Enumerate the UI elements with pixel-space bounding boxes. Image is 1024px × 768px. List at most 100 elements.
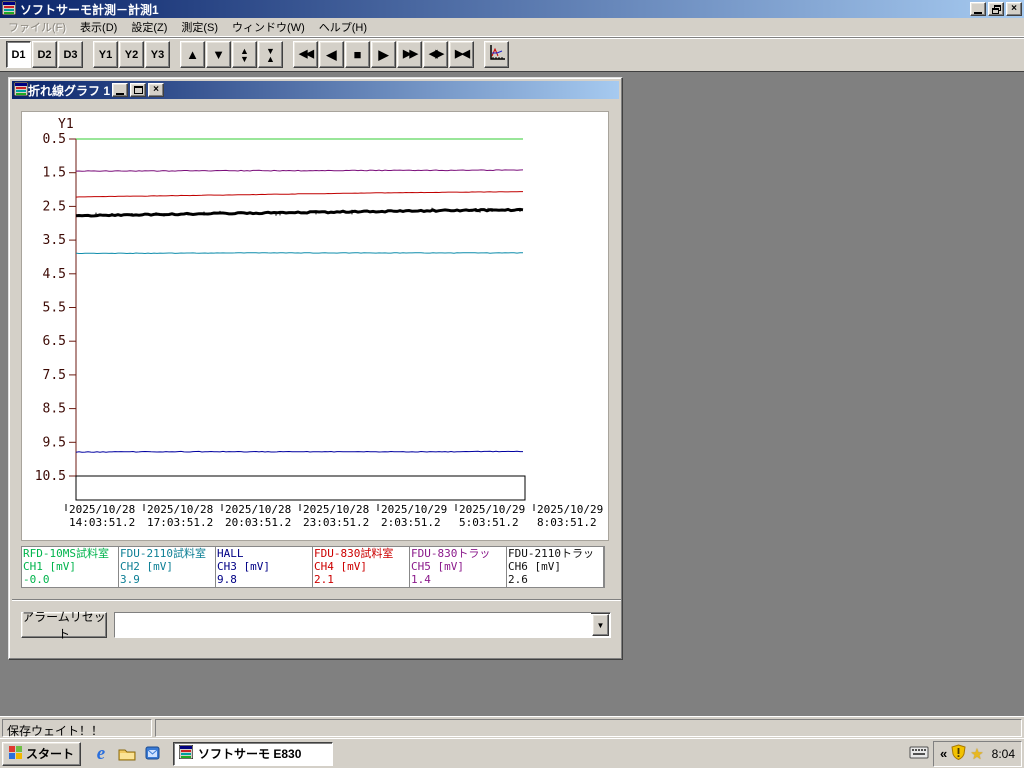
channel-value: 2.1 bbox=[314, 573, 334, 586]
channel-unit: CH4 [mV] bbox=[314, 560, 367, 573]
step-left-icon: ◀ bbox=[326, 47, 337, 62]
graph-maximize-button[interactable] bbox=[130, 83, 147, 97]
restore-icon bbox=[991, 4, 1001, 14]
toolbar-button-fast-forward[interactable]: ▶▶ bbox=[397, 41, 422, 68]
channel-value: 9.8 bbox=[217, 573, 237, 586]
task-app-icon bbox=[178, 744, 194, 762]
toolbar: D1 D2 D3 Y1 Y2 Y3 ▲ ▼ ▲ ▼ ▼ ▲ ◀◀ ◀ ■ ▶ ▶▶ ◀▶ ▶◀ bbox=[0, 37, 1024, 71]
menu-item-4[interactable]: ウィンドウ(W) bbox=[225, 17, 312, 37]
x-tick-time: 20:03:51.2 bbox=[225, 516, 291, 529]
toolbar-button-y1[interactable]: Y1 bbox=[93, 41, 118, 68]
mdi-client-area: 折れ線グラフ 1 × 0.5 1.5 2.5 3.5 4.5 5.5 6.5 7.5 8.5 9.… bbox=[0, 71, 1024, 716]
legend-cell-ch3: HALL CH3 [mV] 9.8 bbox=[216, 547, 313, 587]
toolbar-button-graph-settings[interactable] bbox=[484, 41, 509, 68]
screen: ソフトサーモ計測－計測1 × ファイル(F) 表示(D) 設定(Z) 測定(S) ウィン… bbox=[0, 0, 1024, 768]
toolbar-button-y2[interactable]: Y2 bbox=[119, 41, 144, 68]
step-right-icon: ▶ bbox=[378, 47, 389, 62]
channel-unit: CH2 [mV] bbox=[120, 560, 173, 573]
fast-forward-icon: ▶▶ bbox=[403, 48, 418, 60]
graph-window-icon bbox=[13, 81, 29, 99]
toolbar-button-step-left[interactable]: ◀ bbox=[319, 41, 344, 68]
star-tray-icon[interactable]: ★ bbox=[970, 745, 983, 763]
scroll-up-icon: ▲ bbox=[186, 47, 199, 62]
windows-logo-icon bbox=[9, 745, 23, 762]
line-chart: 0.5 1.5 2.5 3.5 4.5 5.5 6.5 7.5 8.5 9.5 10.5 Y1 2025… bbox=[35, 117, 604, 529]
toolbar-button-expand-vertical[interactable]: ▲ ▼ bbox=[232, 41, 257, 68]
y-tick-label: 2.5 bbox=[43, 199, 66, 214]
channel-value: 2.6 bbox=[508, 573, 528, 586]
alarm-combobox-value[interactable] bbox=[115, 613, 591, 637]
legend-cell-ch4: FDU-830試料室 CH4 [mV] 2.1 bbox=[313, 547, 410, 587]
menu-item-2[interactable]: 設定(Z) bbox=[124, 17, 174, 37]
security-shield-icon[interactable] bbox=[951, 744, 966, 763]
channel-unit: CH1 [mV] bbox=[23, 560, 76, 573]
start-button[interactable]: スタート bbox=[2, 741, 82, 766]
show-desktop-icon[interactable] bbox=[117, 744, 137, 764]
series-ch2 bbox=[75, 252, 524, 255]
menu-item-5[interactable]: ヘルプ(H) bbox=[312, 17, 374, 37]
menu-item-3[interactable]: 測定(S) bbox=[174, 17, 225, 37]
channel-unit: CH6 [mV] bbox=[508, 560, 561, 573]
minimize-button[interactable] bbox=[970, 2, 986, 16]
toolbar-button-compress-vertical[interactable]: ▼ ▲ bbox=[258, 41, 283, 68]
toolbar-button-scroll-up[interactable]: ▲ bbox=[180, 41, 205, 68]
y-tick-label: 5.5 bbox=[43, 301, 66, 316]
x-tick-time: 8:03:51.2 bbox=[537, 516, 597, 529]
y-tick-label: 7.5 bbox=[43, 368, 66, 383]
series-ch5 bbox=[75, 169, 524, 172]
graph-window-controls: アラームリセット ▼ bbox=[12, 599, 621, 655]
close-icon: × bbox=[1011, 3, 1017, 14]
graph-minimize-button[interactable] bbox=[112, 83, 129, 97]
combobox-dropdown-button[interactable]: ▼ bbox=[592, 614, 609, 636]
toolbar-button-stop[interactable]: ■ bbox=[345, 41, 370, 68]
x-tick-date: 2025/10/28 bbox=[69, 503, 135, 516]
channel-unit: CH5 [mV] bbox=[411, 560, 464, 573]
graph-window-content: 0.5 1.5 2.5 3.5 4.5 5.5 6.5 7.5 8.5 9.5 10.5 Y1 2025… bbox=[12, 99, 621, 655]
toolbar-button-y3[interactable]: Y3 bbox=[145, 41, 170, 68]
x-tick-time: 14:03:51.2 bbox=[69, 516, 135, 529]
tray-expand-icon[interactable]: « bbox=[940, 746, 947, 761]
internet-explorer-icon[interactable]: e bbox=[91, 744, 111, 764]
y-tick-label: 6.5 bbox=[43, 334, 66, 349]
toolbar-button-d3[interactable]: D3 bbox=[58, 41, 83, 68]
toolbar-button-d2[interactable]: D2 bbox=[32, 41, 57, 68]
toolbar-button-scroll-down[interactable]: ▼ bbox=[206, 41, 231, 68]
alarm-reset-button[interactable]: アラームリセット bbox=[21, 610, 107, 641]
close-button[interactable]: × bbox=[1006, 2, 1022, 16]
outlook-express-icon[interactable] bbox=[143, 744, 163, 764]
scroll-down-icon: ▼ bbox=[212, 47, 225, 62]
x-tick-time: 17:03:51.2 bbox=[147, 516, 213, 529]
series-ch3 bbox=[75, 450, 523, 453]
legend-cell-ch6: FDU-2110トラッ CH6 [mV] 2.6 bbox=[507, 547, 604, 587]
toolbar-button-compress-horizontal[interactable]: ▶◀ bbox=[449, 41, 474, 68]
channel-name: FDU-2110試料室 bbox=[120, 547, 206, 560]
channel-name: FDU-830試料室 bbox=[314, 547, 394, 560]
x-tick-date: 2025/10/29 bbox=[381, 503, 447, 516]
legend-cell-ch2: FDU-2110試料室 CH2 [mV] 3.9 bbox=[119, 547, 216, 587]
graph-close-button[interactable]: × bbox=[148, 83, 165, 97]
quick-launch: e bbox=[85, 744, 169, 764]
status-panel-empty bbox=[155, 718, 1022, 737]
y-axis-title: Y1 bbox=[58, 117, 74, 132]
channel-name: RFD-10MS試料室 bbox=[23, 547, 109, 560]
minimize-icon bbox=[116, 92, 125, 95]
channel-value: -0.0 bbox=[23, 573, 50, 586]
toolbar-button-fast-rewind[interactable]: ◀◀ bbox=[293, 41, 318, 68]
menu-item-1[interactable]: 表示(D) bbox=[73, 17, 124, 37]
toolbar-button-expand-horizontal[interactable]: ◀▶ bbox=[423, 41, 448, 68]
toolbar-button-step-right[interactable]: ▶ bbox=[371, 41, 396, 68]
x-tick-time: 5:03:51.2 bbox=[459, 516, 519, 529]
graph-window-titlebar[interactable]: 折れ線グラフ 1 × bbox=[12, 81, 619, 99]
restore-button[interactable] bbox=[988, 2, 1004, 16]
keyboard-layout-icon[interactable] bbox=[909, 745, 929, 762]
graph-window: 折れ線グラフ 1 × 0.5 1.5 2.5 3.5 4.5 5.5 6.5 7.5 8.5 9.… bbox=[8, 77, 623, 660]
alarm-combobox[interactable]: ▼ bbox=[114, 612, 611, 638]
y-tick-label: 8.5 bbox=[43, 402, 66, 417]
channel-name: FDU-2110トラッ bbox=[508, 547, 594, 560]
taskbar-task-softthermo[interactable]: ソフトサーモ E830 bbox=[173, 741, 334, 766]
toolbar-button-d1[interactable]: D1 bbox=[6, 41, 31, 68]
legend-cell-ch5: FDU-830トラッ CH5 [mV] 1.4 bbox=[410, 547, 507, 587]
graph-window-title: 折れ線グラフ 1 bbox=[28, 83, 111, 98]
graph-settings-icon bbox=[488, 44, 506, 65]
task-label: ソフトサーモ E830 bbox=[198, 747, 302, 761]
